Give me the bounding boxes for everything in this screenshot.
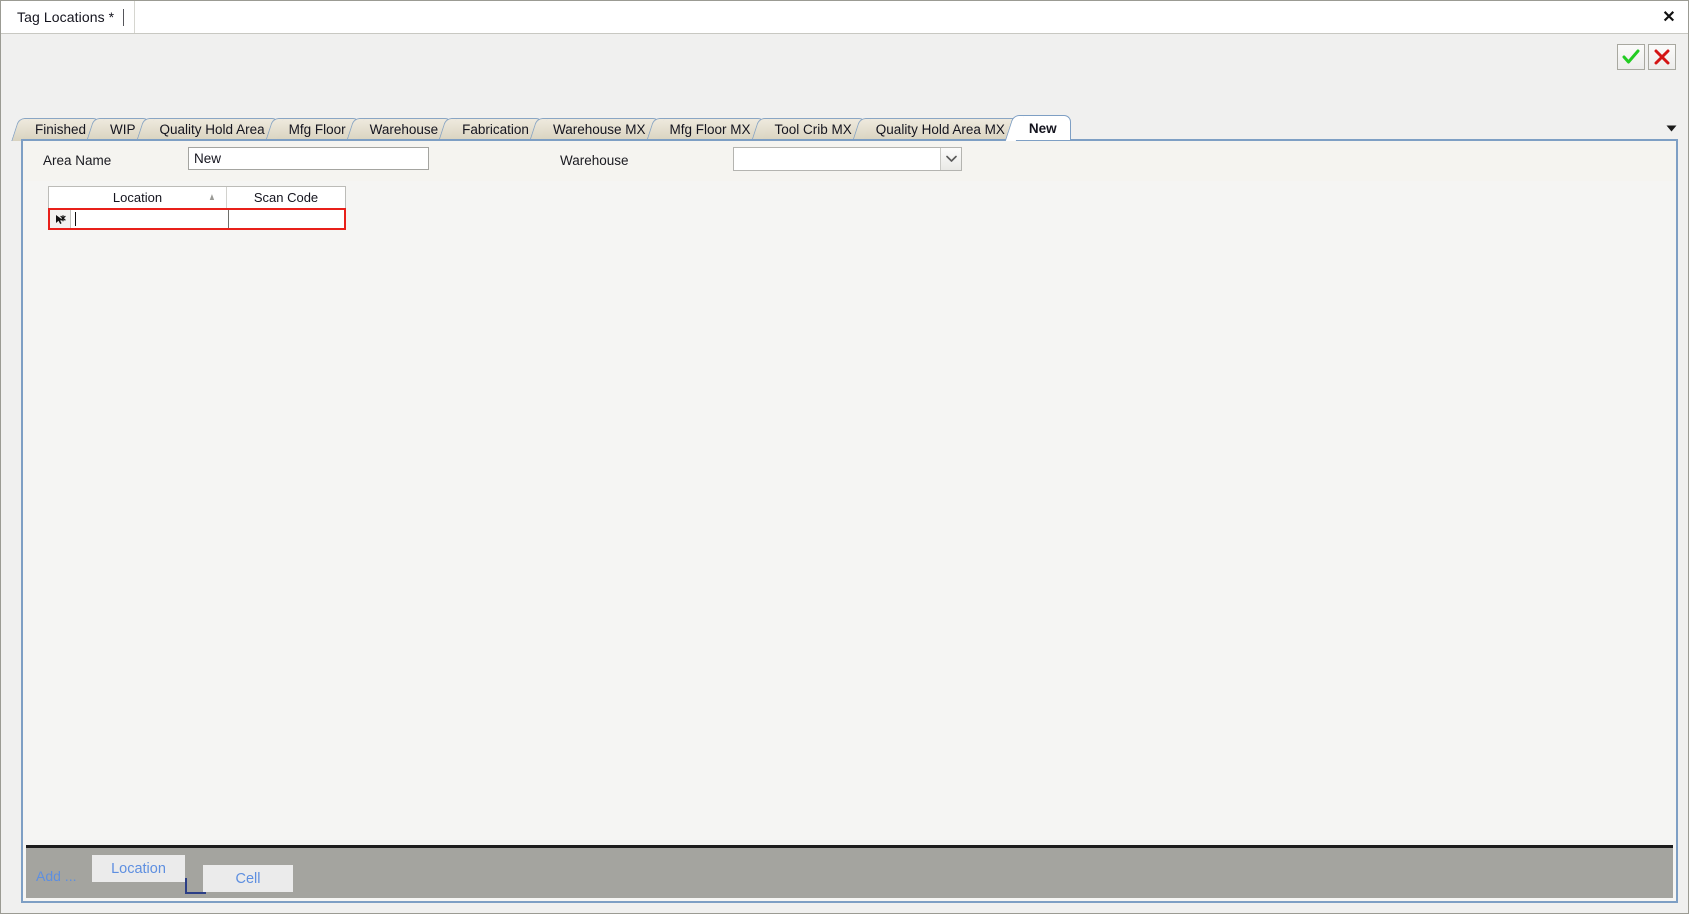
- red-x-icon: [1654, 49, 1670, 65]
- tab-label: Mfg Floor MX: [669, 122, 751, 137]
- add-location-button[interactable]: Location: [92, 855, 185, 882]
- tab-quality-hold-area[interactable]: Quality Hold Area: [145, 118, 279, 140]
- add-toolbar: Add ... Location Cell: [26, 845, 1673, 898]
- locations-grid: Location ▲ Scan Code: [48, 186, 346, 230]
- grid-header-row: Location ▲ Scan Code: [49, 187, 345, 209]
- column-header-location[interactable]: Location ▲: [49, 187, 227, 208]
- tab-label: Fabrication: [462, 122, 529, 137]
- tab-label: Quality Hold Area: [159, 122, 265, 137]
- add-label: Add ...: [36, 868, 77, 884]
- sort-ascending-icon: ▲: [208, 192, 216, 203]
- locations-grid-area: Location ▲ Scan Code: [23, 181, 1676, 845]
- window-body: Finished WIP Quality Hold Area Mfg Floor…: [1, 34, 1688, 913]
- area-tabs: Finished WIP Quality Hold Area Mfg Floor…: [21, 115, 1071, 140]
- add-cell-button[interactable]: Cell: [203, 865, 293, 892]
- tab-label: Quality Hold Area MX: [875, 122, 1005, 137]
- tab-label: Warehouse MX: [552, 122, 646, 137]
- text-caret: [123, 8, 125, 26]
- tab-content-panel: Area Name Warehouse Location ▲: [21, 139, 1678, 903]
- save-button[interactable]: [1617, 44, 1645, 70]
- tab-label: Mfg Floor: [288, 122, 346, 137]
- tab-label: Warehouse: [369, 122, 439, 137]
- tab-quality-hold-area-mx[interactable]: Quality Hold Area MX: [861, 118, 1019, 140]
- area-form: Area Name Warehouse: [23, 141, 1676, 181]
- warehouse-input[interactable]: [734, 148, 940, 170]
- warehouse-combobox[interactable]: [733, 147, 962, 171]
- column-header-scan-code[interactable]: Scan Code: [227, 187, 345, 208]
- tab-new[interactable]: New: [1014, 115, 1071, 140]
- chevron-down-icon[interactable]: [1664, 121, 1678, 135]
- tab-label: WIP: [110, 122, 136, 137]
- commit-bar: [1617, 44, 1676, 70]
- column-header-label: Location: [112, 190, 163, 205]
- title-strip: Tag Locations * ✕: [1, 1, 1688, 34]
- tab-label: Tool Crib MX: [774, 122, 852, 137]
- close-icon[interactable]: ✕: [1654, 1, 1684, 33]
- chevron-down-icon[interactable]: [940, 148, 961, 170]
- checkmark-icon: [1622, 49, 1640, 64]
- text-caret: [75, 212, 76, 226]
- document-tab[interactable]: Tag Locations *: [7, 1, 136, 33]
- tab-fabrication[interactable]: Fabrication: [448, 118, 543, 140]
- new-row-scan-code-cell[interactable]: [229, 210, 344, 228]
- tag-locations-window: Tag Locations * ✕ Finished WIP Quality H…: [0, 0, 1689, 914]
- tab-label: Finished: [35, 122, 87, 137]
- area-name-input[interactable]: [188, 147, 429, 170]
- warehouse-label: Warehouse: [560, 153, 629, 168]
- area-tab-strip: Finished WIP Quality Hold Area Mfg Floor…: [21, 115, 1678, 140]
- document-tab-label: Tag Locations *: [17, 9, 115, 25]
- column-header-label: Scan Code: [253, 190, 319, 205]
- grid-new-row[interactable]: [48, 208, 346, 230]
- tab-tool-crib-mx[interactable]: Tool Crib MX: [760, 118, 866, 140]
- new-row-location-cell[interactable]: [71, 210, 229, 228]
- tab-label: New: [1028, 121, 1057, 136]
- new-row-asterisk-icon: [50, 210, 71, 228]
- cancel-button[interactable]: [1648, 44, 1676, 70]
- tab-warehouse-mx[interactable]: Warehouse MX: [538, 118, 660, 140]
- area-name-label: Area Name: [43, 153, 112, 168]
- tab-mfg-floor-mx[interactable]: Mfg Floor MX: [655, 118, 765, 140]
- tab-warehouse[interactable]: Warehouse: [355, 118, 453, 140]
